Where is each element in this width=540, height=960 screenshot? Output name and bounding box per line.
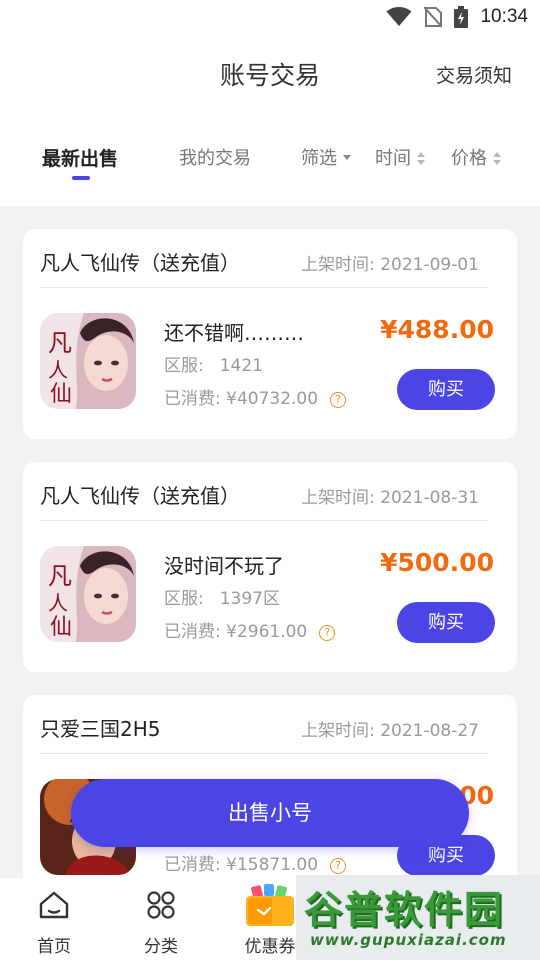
help-icon[interactable]: ? xyxy=(319,625,336,641)
server-label: 区服: xyxy=(164,356,204,376)
listing-title: 还不错啊……… xyxy=(164,321,304,345)
status-bar: 10:34 xyxy=(0,0,540,34)
svg-text:凡: 凡 xyxy=(48,329,72,357)
listing-price: ¥488.00 xyxy=(380,315,494,344)
help-icon[interactable]: ? xyxy=(330,858,347,874)
watermark-logo: 谷普软件园 xyxy=(304,888,505,932)
server-label: 区服: xyxy=(164,589,204,609)
filter-label: 筛选 xyxy=(301,148,337,169)
server-value: 1397区 xyxy=(219,589,280,609)
filter-dropdown[interactable]: 筛选 xyxy=(301,144,351,184)
tab-my-trades[interactable]: 我的交易 xyxy=(179,144,251,184)
svg-text:仙: 仙 xyxy=(50,615,72,640)
watermark: 谷普软件园 www.gupuxiazai.com xyxy=(296,875,540,960)
category-icon xyxy=(147,891,175,919)
nav-label: 首页 xyxy=(37,937,71,957)
listing-server: 区服: 1421 xyxy=(164,351,263,376)
sort-label: 价格 xyxy=(451,148,487,169)
home-icon xyxy=(39,891,69,919)
trade-notice-link[interactable]: 交易须知 xyxy=(436,61,512,88)
listing-date: 上架时间: 2021-08-27 xyxy=(301,721,479,741)
listing-card[interactable]: 凡人飞仙传（送充值） 上架时间: 2021-09-01 凡 人 仙 还不错啊……… xyxy=(23,229,517,439)
game-name: 凡人飞仙传（送充值） xyxy=(40,484,240,508)
game-icon: 凡 人 仙 xyxy=(40,313,136,409)
divider xyxy=(40,520,487,521)
spent-value: 已消费: ¥2961.00 xyxy=(164,622,308,642)
nav-label: 分类 xyxy=(144,937,178,957)
listing-spent: 已消费: ¥40732.00? xyxy=(164,384,347,409)
spent-value: 已消费: ¥15871.00 xyxy=(164,855,319,875)
sort-by-price[interactable]: 价格 xyxy=(451,144,501,184)
watermark-url: www.gupuxiazai.com xyxy=(310,931,507,949)
coupon-icon xyxy=(246,884,294,926)
nav-home[interactable]: 首页 xyxy=(4,878,104,960)
svg-text:人: 人 xyxy=(48,591,68,615)
svg-text:仙: 仙 xyxy=(50,382,72,407)
listing-price: ¥500.00 xyxy=(380,548,494,577)
battery-charging-icon xyxy=(454,6,469,28)
spent-value: 已消费: ¥40732.00 xyxy=(164,389,319,409)
game-icon: 凡 人 仙 xyxy=(40,546,136,642)
divider xyxy=(40,753,487,754)
sort-by-time[interactable]: 时间 xyxy=(375,144,425,184)
no-sim-icon xyxy=(424,6,443,28)
sort-arrows-icon xyxy=(493,151,501,167)
sell-account-button[interactable]: 出售小号 xyxy=(71,779,469,847)
status-icons: 10:34 xyxy=(386,5,528,29)
listing-server: 区服: 1397区 xyxy=(164,584,280,609)
listing-title: 没时间不玩了 xyxy=(164,554,284,578)
listing-date: 上架时间: 2021-08-31 xyxy=(301,488,479,508)
divider xyxy=(40,287,487,288)
buy-button[interactable]: 购买 xyxy=(397,602,495,643)
server-value: 1421 xyxy=(219,356,263,376)
listing-spent: 已消费: ¥15871.00? xyxy=(164,850,347,875)
sort-arrows-icon xyxy=(417,151,425,167)
help-icon[interactable]: ? xyxy=(330,392,347,408)
game-name: 凡人飞仙传（送充值） xyxy=(40,251,240,275)
buy-button[interactable]: 购买 xyxy=(397,369,495,410)
header: 账号交易 交易须知 最新出售 我的交易 筛选 时间 价格 xyxy=(0,34,540,206)
listing-card[interactable]: 凡人飞仙传（送充值） 上架时间: 2021-08-31 凡 人 仙 没时间不玩了… xyxy=(23,462,517,672)
wifi-icon xyxy=(386,7,412,26)
active-tab-indicator xyxy=(72,176,90,180)
listing-spent: 已消费: ¥2961.00? xyxy=(164,617,336,642)
listing-date: 上架时间: 2021-09-01 xyxy=(301,255,479,275)
svg-text:人: 人 xyxy=(48,358,68,382)
svg-text:凡: 凡 xyxy=(48,562,72,590)
game-name: 只爱三国2H5 xyxy=(40,717,161,741)
tab-label: 最新出售 xyxy=(42,148,119,170)
caret-down-icon xyxy=(343,154,351,160)
nav-category[interactable]: 分类 xyxy=(111,878,211,960)
status-time: 10:34 xyxy=(480,6,528,27)
sort-label: 时间 xyxy=(375,148,411,169)
tab-label: 我的交易 xyxy=(179,148,251,169)
